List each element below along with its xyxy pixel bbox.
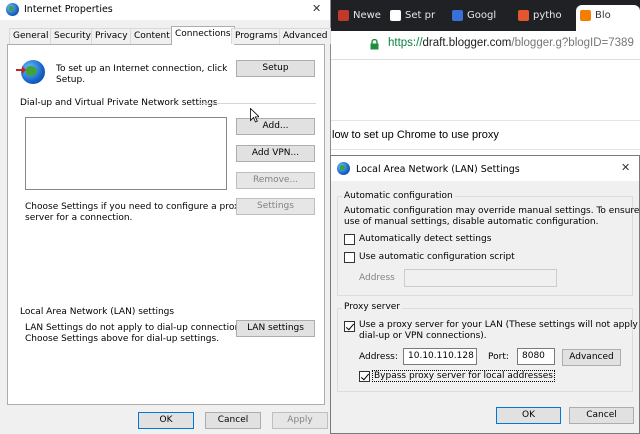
lan-description: LAN Settings do not apply to dial-up con… — [25, 323, 248, 345]
lan-header: Local Area Network (LAN) settings — [20, 307, 175, 317]
tab-security[interactable]: Security — [50, 28, 95, 44]
browser-tab[interactable]: Googl — [452, 5, 508, 27]
ip-close-icon[interactable]: ✕ — [312, 2, 321, 15]
lan-globe-icon — [337, 162, 350, 175]
use-proxy-checkbox[interactable] — [344, 321, 355, 332]
blogger-icon — [580, 9, 591, 21]
url-host: draft.blogger.com — [422, 37, 512, 49]
post-title[interactable]: low to set up Chrome to use proxy — [332, 129, 499, 141]
document-icon — [452, 9, 463, 21]
settings-description-line1: Choose Settings if you need to configure… — [25, 202, 245, 212]
lan-settings-button[interactable]: LAN settings — [236, 320, 315, 337]
setup-description-line2: Setup. — [56, 75, 86, 85]
url-path: /blogger.g?blogID=7389 — [511, 37, 634, 49]
port-label: Port: — [488, 352, 509, 362]
auto-detect-checkbox[interactable] — [344, 234, 355, 245]
auto-config-header: Automatic configuration — [342, 191, 455, 201]
lan-ok-button[interactable]: OK — [496, 407, 561, 424]
proxy-address-input[interactable]: 10.10.110.128 — [403, 348, 477, 365]
ip-title: Internet Properties — [24, 4, 113, 15]
lan-close-icon[interactable]: ✕ — [621, 161, 630, 174]
tab-privacy[interactable]: Privacy — [91, 28, 132, 44]
dialup-header: Dial-up and Virtual Private Network sett… — [20, 98, 218, 108]
bypass-local-label[interactable]: Bypass proxy server for local addresses — [372, 370, 555, 382]
browser-tab[interactable]: Set pr — [390, 5, 446, 27]
browser-tab[interactable]: Blo — [576, 5, 640, 31]
auto-config-description-line1: Automatic configuration may override man… — [344, 206, 640, 216]
auto-config-description: Automatic configuration may override man… — [344, 206, 640, 228]
advanced-button[interactable]: Advanced — [562, 349, 621, 366]
use-proxy-label-line2: dial-up or VPN connections). — [359, 331, 487, 341]
settings-description: Choose Settings if you need to configure… — [25, 202, 245, 224]
bypass-local-checkbox[interactable] — [359, 371, 370, 382]
lock-icon — [370, 38, 379, 50]
tab-advanced[interactable]: Advanced — [279, 28, 332, 44]
settings-description-line2: server for a connection. — [25, 213, 133, 223]
dialup-connections-list[interactable] — [25, 117, 227, 190]
dialup-divider — [198, 103, 316, 104]
setup-description: To set up an Internet connection, click … — [56, 64, 227, 86]
use-script-checkbox[interactable] — [344, 252, 355, 263]
lan-description-line2: Choose Settings above for dial-up settin… — [25, 334, 220, 344]
internet-globe-icon — [6, 3, 19, 16]
python-icon — [518, 9, 529, 21]
url-scheme: https:// — [388, 37, 423, 49]
github-icon — [390, 9, 401, 21]
setup-description-line1: To set up an Internet connection, click — [56, 64, 228, 74]
settings-button[interactable]: Settings — [236, 198, 315, 215]
lan-description-line1: LAN Settings do not apply to dial-up con… — [25, 323, 248, 333]
use-proxy-label-line1: Use a proxy server for your LAN (These s… — [359, 320, 640, 330]
use-proxy-label[interactable]: Use a proxy server for your LAN (These s… — [359, 320, 640, 342]
newspaper-icon — [338, 9, 349, 21]
proxy-server-header: Proxy server — [342, 302, 403, 312]
use-script-label[interactable]: Use automatic configuration script — [359, 252, 515, 262]
address-bar[interactable]: https://draft.blogger.com/blogger.g?blog… — [388, 37, 634, 49]
add-vpn-button[interactable]: Add VPN... — [236, 145, 315, 162]
ok-button[interactable]: OK — [138, 412, 194, 429]
browser-tab-label: Set pr — [405, 10, 436, 21]
browser-tab-label: Blo — [595, 10, 611, 21]
tab-connections[interactable]: Connections — [171, 26, 235, 45]
lan-dialog-title: Local Area Network (LAN) Settings — [356, 164, 520, 175]
auto-detect-label[interactable]: Automatically detect settings — [359, 234, 491, 244]
remove-button[interactable]: Remove... — [236, 172, 315, 189]
proxy-address-label: Address: — [359, 352, 398, 362]
browser-tab-label: Newe — [353, 10, 381, 21]
browser-tab-label: pytho — [533, 10, 562, 21]
browser-tab-label: Googl — [467, 10, 497, 21]
setup-button[interactable]: Setup — [236, 60, 315, 77]
lan-settings-dialog: Local Area Network (LAN) Settings ✕ Auto… — [330, 155, 640, 434]
auto-config-description-line2: use of manual settings, disable automati… — [344, 217, 599, 227]
port-input[interactable]: 8080 — [517, 348, 555, 365]
browser-tab[interactable]: Newe — [338, 5, 394, 27]
tab-content[interactable]: Content — [130, 28, 174, 44]
script-address-input[interactable] — [404, 269, 557, 287]
mouse-cursor-icon — [250, 107, 261, 123]
script-address-label: Address — [359, 273, 395, 283]
apply-button[interactable]: Apply — [272, 412, 328, 429]
lan-cancel-button[interactable]: Cancel — [569, 407, 634, 424]
tab-general[interactable]: General — [9, 28, 53, 44]
internet-properties-window: Internet Properties ✕ General Security P… — [0, 0, 332, 434]
connection-arrow-icon — [16, 66, 26, 74]
tab-programs[interactable]: Programs — [231, 28, 282, 44]
browser-tab[interactable]: pytho — [518, 5, 574, 27]
cancel-button[interactable]: Cancel — [205, 412, 261, 429]
add-button[interactable]: Add... — [236, 118, 315, 135]
